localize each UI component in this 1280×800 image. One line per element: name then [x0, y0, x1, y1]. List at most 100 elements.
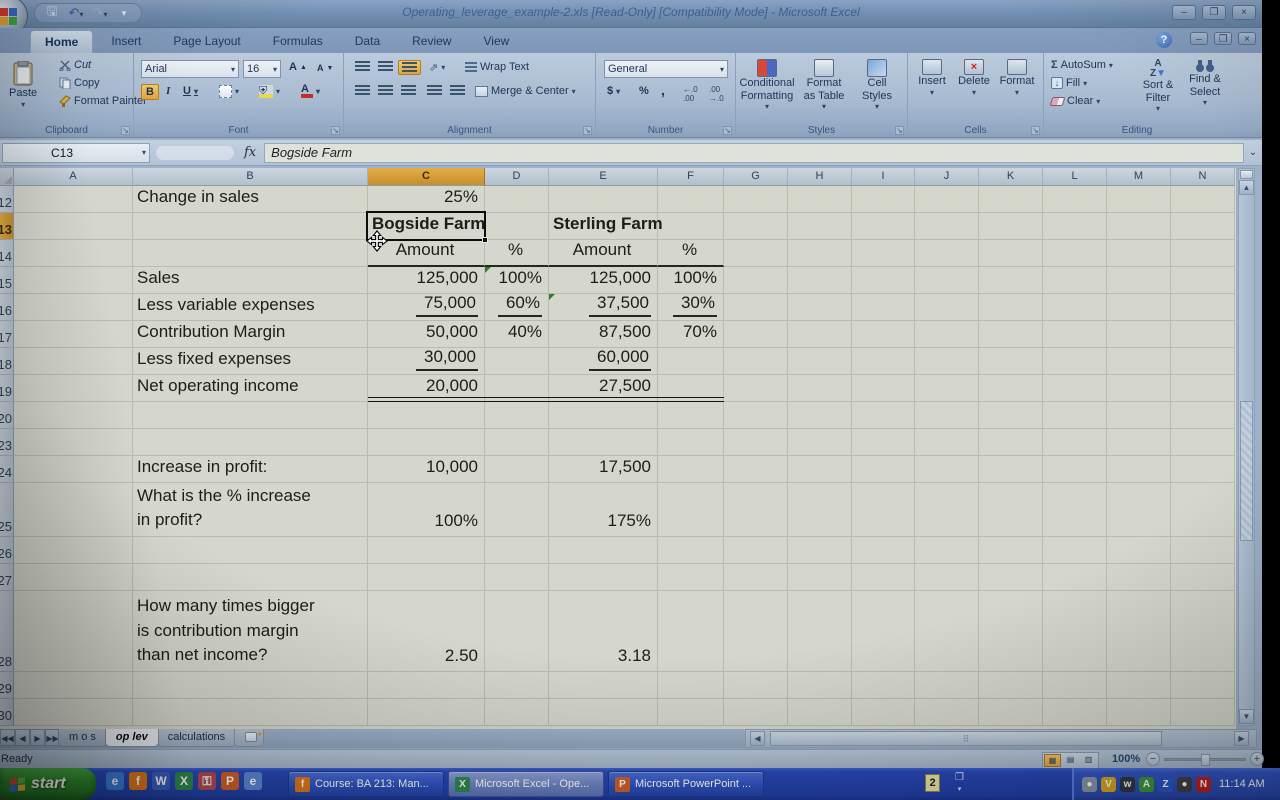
cell-E20[interactable] — [549, 402, 658, 429]
cell-M26[interactable] — [1107, 537, 1171, 564]
cell-G19[interactable] — [724, 375, 788, 402]
cell-E25[interactable]: 175% — [549, 483, 658, 537]
sheet-tab-mos[interactable]: m o s — [58, 729, 107, 747]
accounting-format-button[interactable]: $▾ — [604, 84, 623, 98]
delete-cells-button[interactable]: × Delete▾ — [954, 57, 994, 99]
increase-decimal-button[interactable]: ←.0.00 — [680, 84, 701, 104]
row-header-16[interactable]: 16 — [0, 294, 14, 321]
cell-H20[interactable] — [788, 402, 852, 429]
cell-K23[interactable] — [979, 429, 1043, 456]
bottom-align-button[interactable] — [398, 60, 421, 75]
cell-I30[interactable] — [852, 699, 915, 726]
cell-N29[interactable] — [1171, 672, 1235, 699]
decrease-decimal-button[interactable]: .00→.0 — [706, 84, 727, 104]
cell-A23[interactable] — [14, 429, 133, 456]
cell-J30[interactable] — [915, 699, 979, 726]
comma-style-button[interactable]: , — [658, 81, 668, 99]
cell-F20[interactable] — [658, 402, 724, 429]
cell-J13[interactable] — [915, 213, 979, 240]
cell-B24[interactable]: Increase in profit: — [133, 456, 368, 483]
cell-J19[interactable] — [915, 375, 979, 402]
taskbar-window-firefox[interactable]: fCourse: BA 213: Man... — [288, 771, 444, 797]
cell-N19[interactable] — [1171, 375, 1235, 402]
cell-J15[interactable] — [915, 267, 979, 294]
font-size-combo[interactable]: 16▾ — [243, 60, 281, 78]
vertical-split-handle[interactable] — [1240, 170, 1253, 179]
cell-K17[interactable] — [979, 321, 1043, 348]
row-header-25[interactable]: 25 — [0, 483, 14, 537]
shield-tray-icon[interactable]: V — [1101, 777, 1116, 792]
cell-A25[interactable] — [14, 483, 133, 537]
grow-font-button[interactable]: A▲ — [286, 60, 310, 74]
cell-B29[interactable] — [133, 672, 368, 699]
cell-I13[interactable] — [852, 213, 915, 240]
cell-C29[interactable] — [368, 672, 485, 699]
cell-E24[interactable]: 17,500 — [549, 456, 658, 483]
column-header-H[interactable]: H — [788, 168, 852, 186]
paste-button[interactable]: Paste▾ — [6, 59, 40, 111]
zoom-out-icon[interactable]: − — [1146, 752, 1160, 766]
styles-dialog-launcher[interactable]: ↘ — [895, 126, 904, 135]
sheet-tab-calculations[interactable]: calculations — [157, 729, 236, 747]
cell-B27[interactable] — [133, 564, 368, 591]
cell-G14[interactable] — [724, 240, 788, 267]
vertical-scroll-thumb[interactable] — [1240, 401, 1253, 541]
cell-E15[interactable]: 125,000 — [549, 267, 658, 294]
cell-J23[interactable] — [915, 429, 979, 456]
cell-F28[interactable] — [658, 591, 724, 672]
first-sheet-icon[interactable]: ◀◀ — [0, 729, 15, 746]
cell-H29[interactable] — [788, 672, 852, 699]
cell-I19[interactable] — [852, 375, 915, 402]
cell-B17[interactable]: Contribution Margin — [133, 321, 368, 348]
cell-I18[interactable] — [852, 348, 915, 375]
name-box-dropdown-icon[interactable]: ▾ — [142, 148, 149, 157]
cell-K28[interactable] — [979, 591, 1043, 672]
cell-M13[interactable] — [1107, 213, 1171, 240]
cell-C25[interactable]: 100% — [368, 483, 485, 537]
cell-G23[interactable] — [724, 429, 788, 456]
cell-E13[interactable]: Sterling Farm — [549, 213, 658, 240]
round-tray-icon[interactable]: ● — [1177, 777, 1192, 792]
cell-G20[interactable] — [724, 402, 788, 429]
insert-worksheet-tab[interactable]: ✦ — [234, 729, 264, 747]
cell-C26[interactable] — [368, 537, 485, 564]
cell-L25[interactable] — [1043, 483, 1107, 537]
copy-button[interactable]: Copy — [56, 76, 103, 90]
ribbon-tab-view[interactable]: View — [469, 30, 523, 53]
number-format-combo[interactable]: General▾ — [604, 60, 728, 78]
cell-N15[interactable] — [1171, 267, 1235, 294]
cell-E27[interactable] — [549, 564, 658, 591]
horizontal-scrollbar[interactable]: ◀ ▶ — [745, 729, 1257, 748]
row-header-13[interactable]: 13 — [0, 213, 14, 240]
key-quicklaunch-icon[interactable]: ⚿ — [198, 772, 216, 790]
novell-tray-icon[interactable]: N — [1196, 777, 1211, 792]
cell-B30[interactable] — [133, 699, 368, 726]
top-align-button[interactable] — [352, 60, 373, 73]
merge-center-button[interactable]: Merge & Center▾ — [472, 84, 579, 98]
cell-N12[interactable] — [1171, 186, 1235, 213]
cell-H17[interactable] — [788, 321, 852, 348]
cell-C24[interactable]: 10,000 — [368, 456, 485, 483]
cell-I17[interactable] — [852, 321, 915, 348]
cell-E18[interactable]: 60,000 — [549, 348, 658, 375]
cell-F17[interactable]: 70% — [658, 321, 724, 348]
cell-D29[interactable] — [485, 672, 549, 699]
cell-B28[interactable]: How many times bigger is contribution ma… — [133, 591, 368, 672]
zoom-slider[interactable] — [1164, 758, 1246, 761]
cell-J24[interactable] — [915, 456, 979, 483]
cell-B23[interactable] — [133, 429, 368, 456]
cell-H13[interactable] — [788, 213, 852, 240]
cell-K19[interactable] — [979, 375, 1043, 402]
expand-formula-bar-icon[interactable]: ⌄ — [1244, 147, 1262, 158]
cell-G30[interactable] — [724, 699, 788, 726]
cell-D16[interactable]: 60% — [485, 294, 549, 321]
workbook-close-button[interactable]: × — [1238, 32, 1256, 45]
cell-B14[interactable] — [133, 240, 368, 267]
cell-G17[interactable] — [724, 321, 788, 348]
cell-L30[interactable] — [1043, 699, 1107, 726]
row-header-15[interactable]: 15 — [0, 267, 14, 294]
cell-N17[interactable] — [1171, 321, 1235, 348]
cell-D24[interactable] — [485, 456, 549, 483]
cell-K12[interactable] — [979, 186, 1043, 213]
conditional-formatting-button[interactable]: Conditional Formatting▾ — [738, 57, 796, 113]
